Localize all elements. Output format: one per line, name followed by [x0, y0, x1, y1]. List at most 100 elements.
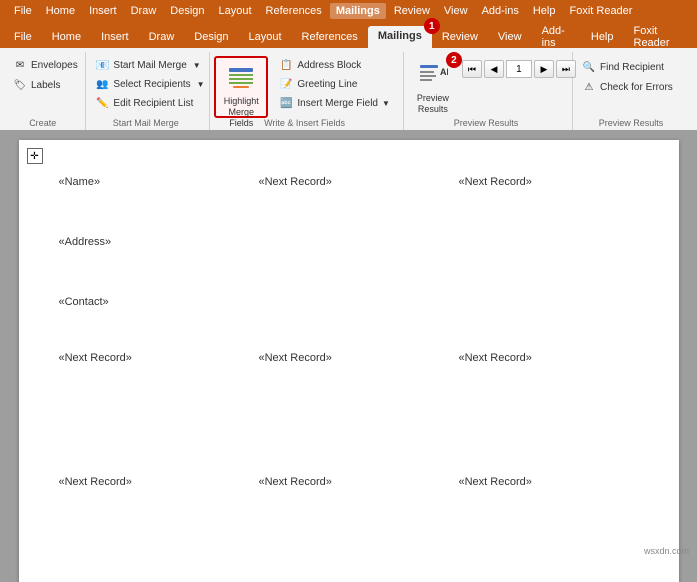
field-next-row3-2: «Next Record»: [259, 476, 439, 488]
envelopes-label: Envelopes: [31, 60, 78, 71]
prev-record-button[interactable]: ◀: [484, 60, 504, 78]
greeting-line-button[interactable]: 📝 Greeting Line: [274, 75, 395, 93]
tab-draw[interactable]: Draw: [139, 26, 185, 48]
address-block-icon: 📋: [279, 58, 293, 72]
find-recipient-label: Find Recipient: [600, 62, 664, 73]
first-record-button[interactable]: ⏮: [462, 60, 482, 78]
envelope-icon: ✉: [13, 58, 27, 72]
cell-name: «Name»: [49, 168, 249, 228]
menu-home[interactable]: Home: [40, 3, 81, 19]
ribbon-content: ✉ Envelopes 🏷 Labels Create 📧 Start Mail…: [0, 48, 697, 130]
menu-bar: File Home Insert Draw Design Layout Refe…: [0, 0, 697, 22]
tab-foxit[interactable]: Foxit Reader: [624, 26, 694, 48]
tab-mailings-label: Mailings: [378, 30, 422, 42]
cell-next-row3-3: «Next Record»: [449, 468, 649, 528]
cell-next-row3-1: «Next Record»: [49, 468, 249, 528]
tab-home[interactable]: Home: [42, 26, 91, 48]
field-next-row2-2: «Next Record»: [259, 352, 439, 364]
menu-file[interactable]: File: [8, 3, 38, 19]
highlight-merge-fields-button[interactable]: HighlightMerge Fields: [214, 56, 268, 118]
start-mail-merge-label: Start Mail Merge: [113, 60, 186, 71]
insert-merge-field-button[interactable]: 🔤 Insert Merge Field ▼: [274, 94, 395, 112]
menu-review[interactable]: Review: [388, 3, 436, 19]
move-handle[interactable]: ✛: [27, 148, 43, 164]
labels-label: Labels: [31, 80, 60, 91]
cell-next-2: «Next Record»: [449, 168, 649, 228]
svg-text:ABC: ABC: [440, 67, 448, 77]
field-address: «Address»: [59, 236, 239, 248]
field-name: «Name»: [59, 176, 239, 188]
cell-next-row3-2: «Next Record»: [249, 468, 449, 528]
tab-references[interactable]: References: [292, 26, 368, 48]
menu-design[interactable]: Design: [164, 3, 210, 19]
insert-merge-field-label: Insert Merge Field: [297, 98, 378, 109]
edit-recipient-list-button[interactable]: ✏️ Edit Recipient List: [90, 94, 198, 112]
tab-design[interactable]: Design: [184, 26, 238, 48]
highlight-label: HighlightMerge Fields: [222, 96, 260, 128]
nav-row: ⏮ ◀ ▶ ⏭: [462, 60, 576, 78]
menu-help[interactable]: Help: [527, 3, 562, 19]
mailings-tab-badge: 1: [424, 18, 440, 34]
cell-next-row2-3: «Next Record»: [449, 348, 649, 408]
menu-insert[interactable]: Insert: [83, 3, 123, 19]
next-record-button[interactable]: ▶: [534, 60, 554, 78]
tab-insert[interactable]: Insert: [91, 26, 139, 48]
tab-review[interactable]: Review: [432, 26, 488, 48]
document-grid: «Name» «Next Record» «Next Record» «Addr…: [49, 168, 649, 582]
tab-file[interactable]: File: [4, 26, 42, 48]
select-recipients-label: Select Recipients: [113, 79, 190, 90]
check-for-errors-button[interactable]: ⚠ Check for Errors: [577, 78, 678, 96]
tab-view[interactable]: View: [488, 26, 532, 48]
cell-contact: «Contact»: [49, 288, 249, 348]
cell-next-1: «Next Record»: [249, 168, 449, 228]
menu-mailings[interactable]: Mailings: [330, 3, 386, 19]
menu-view[interactable]: View: [438, 3, 474, 19]
preview-icon: ABC: [417, 61, 449, 91]
dropdown-arrow: ▼: [193, 61, 201, 70]
tab-layout[interactable]: Layout: [239, 26, 292, 48]
find-recipient-button[interactable]: 🔍 Find Recipient: [577, 58, 669, 76]
ribbon-tabs: File Home Insert Draw Design Layout Refe…: [0, 22, 697, 48]
check-errors-label: Check for Errors: [600, 82, 673, 93]
select-recipients-button[interactable]: 👥 Select Recipients ▼: [90, 75, 209, 93]
document-area: ✛ «Name» «Next Record» «Next Record» «Ad…: [0, 130, 697, 582]
dropdown-arrow3: ▼: [382, 99, 390, 108]
tab-help[interactable]: Help: [581, 26, 624, 48]
cell-empty-2: [449, 228, 649, 288]
cell-empty-4: [449, 288, 649, 348]
menu-draw[interactable]: Draw: [125, 3, 163, 19]
menu-foxit[interactable]: Foxit Reader: [563, 3, 638, 19]
mail-merge-icon: 📧: [95, 58, 109, 72]
cell-empty-10: [449, 528, 649, 582]
group-start-mail-merge: 📧 Start Mail Merge ▼ 👥 Select Recipients…: [86, 52, 210, 130]
envelopes-button[interactable]: ✉ Envelopes: [8, 56, 83, 74]
record-number-input[interactable]: [506, 60, 532, 78]
cell-empty-3: [249, 288, 449, 348]
cell-empty-5: [49, 408, 249, 468]
tab-mailings[interactable]: Mailings 1: [368, 26, 432, 48]
start-mail-merge-button[interactable]: 📧 Start Mail Merge ▼: [90, 56, 205, 74]
label-icon: 🏷: [13, 78, 27, 92]
field-next-row2-1: «Next Record»: [59, 352, 239, 364]
labels-button[interactable]: 🏷 Labels: [8, 76, 65, 94]
menu-layout[interactable]: Layout: [213, 3, 258, 19]
field-contact: «Contact»: [59, 296, 239, 308]
create-group-label: Create: [8, 118, 77, 130]
start-merge-group-label: Start Mail Merge: [90, 118, 201, 130]
menu-references[interactable]: References: [260, 3, 328, 19]
field-next-row3-1: «Next Record»: [59, 476, 239, 488]
cell-address: «Address»: [49, 228, 249, 288]
check-icon: ⚠: [582, 80, 596, 94]
field-next-2: «Next Record»: [459, 176, 639, 188]
greeting-line-label: Greeting Line: [297, 79, 357, 90]
menu-addins[interactable]: Add-ins: [476, 3, 525, 19]
cell-next-row2-2: «Next Record»: [249, 348, 449, 408]
address-block-button[interactable]: 📋 Address Block: [274, 56, 395, 74]
edit-icon: ✏️: [95, 96, 109, 110]
preview-results-label: PreviewResults: [417, 93, 449, 115]
preview-badge: 2: [446, 52, 462, 68]
greeting-icon: 📝: [279, 77, 293, 91]
highlight-icon: [225, 62, 257, 94]
tab-addins[interactable]: Add-ins: [532, 26, 581, 48]
merge-field-icon: 🔤: [279, 96, 293, 110]
